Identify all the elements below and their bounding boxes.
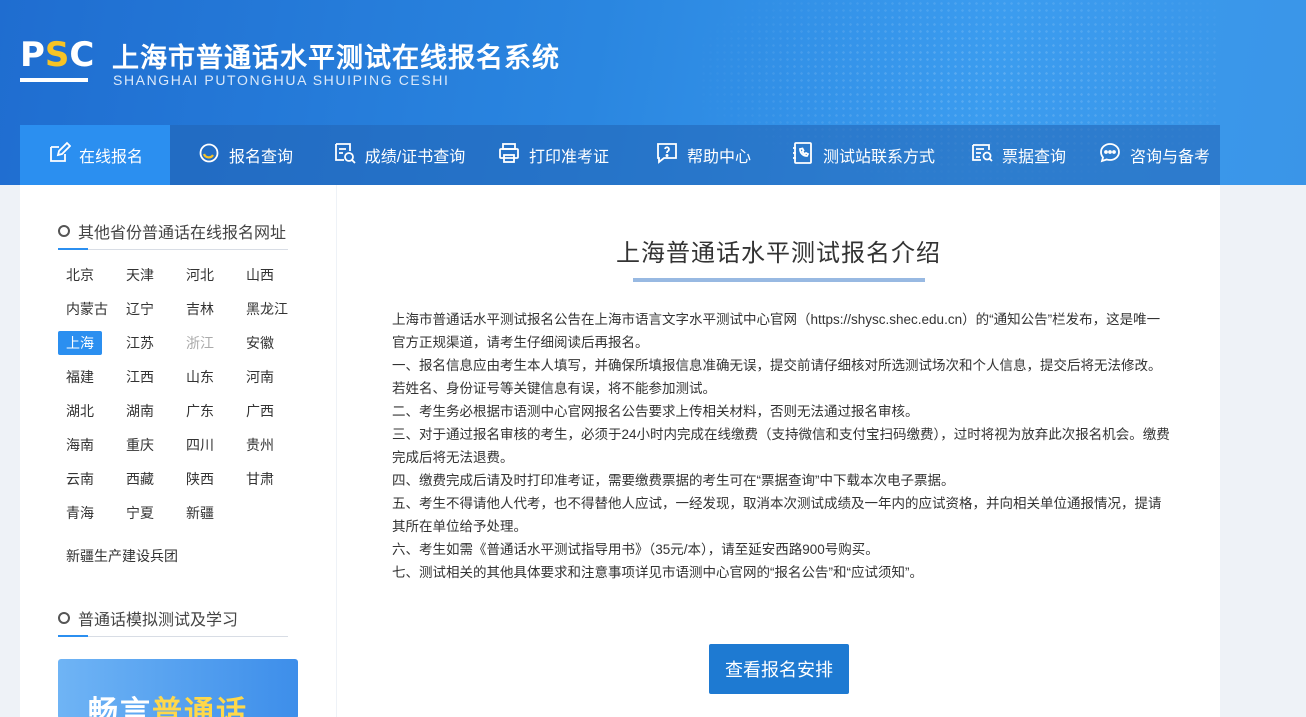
province-link[interactable]: 四川 — [178, 433, 222, 457]
main-nav: 在线报名 报名查询 成绩/证书查询 打印准考证 帮助中心 测试站联系方式 票据查… — [20, 125, 1220, 185]
help-icon — [655, 141, 679, 170]
nav-help-center[interactable]: 帮助中心 — [628, 125, 778, 185]
province-link[interactable]: 安徽 — [238, 331, 282, 355]
province-link[interactable]: 新疆 — [178, 501, 222, 525]
province-link[interactable]: 重庆 — [118, 433, 162, 457]
circle-bullet-icon — [58, 612, 70, 624]
changyan-putonghua-banner[interactable]: 畅言普通话 — [58, 659, 298, 717]
province-link[interactable]: 青海 — [58, 501, 102, 525]
province-link[interactable]: 吉林 — [178, 297, 222, 321]
nav-consult-and-prepare[interactable]: 咨询与备考 — [1088, 125, 1220, 185]
province-link[interactable]: 海南 — [58, 433, 102, 457]
title-underline — [633, 278, 925, 282]
province-link[interactable]: 山西 — [238, 263, 282, 287]
province-link[interactable]: 浙江 — [178, 331, 222, 355]
province-link[interactable]: 湖北 — [58, 399, 102, 423]
site-subtitle: SHANGHAI PUTONGHUA SHUIPING CESHI — [113, 72, 450, 88]
province-link[interactable]: 云南 — [58, 467, 102, 491]
nav-print-admission-ticket[interactable]: 打印准考证 — [478, 125, 628, 185]
refresh-search-icon — [197, 141, 221, 170]
province-link[interactable]: 内蒙古 — [58, 297, 116, 321]
main-content: 上海普通话水平测试报名介绍 上海市普通话水平测试报名公告在上海市语言文字水平测试… — [337, 185, 1220, 717]
province-link[interactable]: 西藏 — [118, 467, 162, 491]
province-link[interactable]: 上海 — [58, 331, 102, 355]
nav-test-center-contacts[interactable]: 测试站联系方式 — [778, 125, 948, 185]
mock-test-heading: 普通话模拟测试及学习 — [58, 606, 238, 630]
nav-online-registration[interactable]: 在线报名 — [20, 125, 170, 185]
province-link[interactable]: 甘肃 — [238, 467, 282, 491]
province-link[interactable]: 江苏 — [118, 331, 162, 355]
province-link[interactable]: 广东 — [178, 399, 222, 423]
province-link[interactable]: 北京 — [58, 263, 102, 287]
notice-paragraph: 四、缴费完成后请及时打印准考证，需要缴费票据的考生可在“票据查询”中下载本次电子… — [392, 473, 955, 488]
search-doc-icon — [333, 141, 357, 170]
printer-icon — [497, 141, 521, 170]
nav-receipt-query[interactable]: 票据查询 — [948, 125, 1088, 185]
province-link[interactable]: 江西 — [118, 365, 162, 389]
province-link[interactable]: 山东 — [178, 365, 222, 389]
province-link-xinjiang-corps[interactable]: 新疆生产建设兵团 — [58, 544, 186, 568]
notice-text: 上海市普通话水平测试报名公告在上海市语言文字水平测试中心官网（https://s… — [392, 308, 1172, 584]
sidebar: 其他省份普通话在线报名网址 北京 天津 河北 山西内蒙古 辽宁 吉林 黑龙江上海 江苏 浙江 安徽… — [20, 185, 336, 717]
receipt-search-icon — [970, 141, 994, 170]
province-link[interactable]: 天津 — [118, 263, 162, 287]
other-provinces-heading: 其他省份普通话在线报名网址 — [58, 219, 286, 243]
notice-paragraph: 三、对于通过报名审核的考生，必须于24小时内完成在线缴费（支持微信和支付宝扫码缴… — [392, 427, 1170, 465]
province-link[interactable]: 河南 — [238, 365, 282, 389]
province-link[interactable]: 宁夏 — [118, 501, 162, 525]
notice-paragraph: 五、考生不得请他人代考，也不得替他人应试，一经发现，取消本次测试成绩及一年内的应… — [392, 496, 1162, 534]
notice-paragraph: 二、考生务必根据市语测中心官网报名公告要求上传相关材料，否则无法通过报名审核。 — [392, 404, 919, 419]
province-link[interactable]: 河北 — [178, 263, 222, 287]
province-link[interactable]: 陕西 — [178, 467, 222, 491]
phone-book-icon — [791, 141, 815, 170]
chat-icon — [1098, 141, 1122, 170]
nav-registration-query[interactable]: 报名查询 — [170, 125, 320, 185]
notice-paragraph: 七、测试相关的其他具体要求和注意事项详见市语测中心官网的“报名公告”和“应试须知… — [392, 565, 923, 580]
notice-paragraph: 一、报名信息应由考生本人填写，并确保所填报信息准确无误，提交前请仔细核对所选测试… — [392, 358, 1162, 396]
province-link[interactable]: 湖南 — [118, 399, 162, 423]
province-link[interactable]: 福建 — [58, 365, 102, 389]
view-registration-schedule-button[interactable]: 查看报名安排 — [709, 644, 849, 694]
psc-logo[interactable]: PSC — [20, 38, 94, 86]
province-link[interactable]: 辽宁 — [118, 297, 162, 321]
edit-icon — [47, 141, 72, 170]
circle-bullet-icon — [58, 225, 70, 237]
notice-paragraph: 上海市普通话水平测试报名公告在上海市语言文字水平测试中心官网（https://s… — [392, 312, 1161, 350]
notice-paragraph: 六、考生如需《普通话水平测试指导用书》（35元/本），请至延安西路900号购买。 — [392, 542, 879, 557]
province-link[interactable]: 黑龙江 — [238, 297, 296, 321]
province-link[interactable]: 贵州 — [238, 433, 282, 457]
page-title: 上海普通话水平测试报名介绍 — [616, 240, 941, 267]
province-link[interactable]: 广西 — [238, 399, 282, 423]
site-title: 上海市普通话水平测试在线报名系统 — [112, 43, 560, 73]
nav-score-certificate-query[interactable]: 成绩/证书查询 — [320, 125, 478, 185]
